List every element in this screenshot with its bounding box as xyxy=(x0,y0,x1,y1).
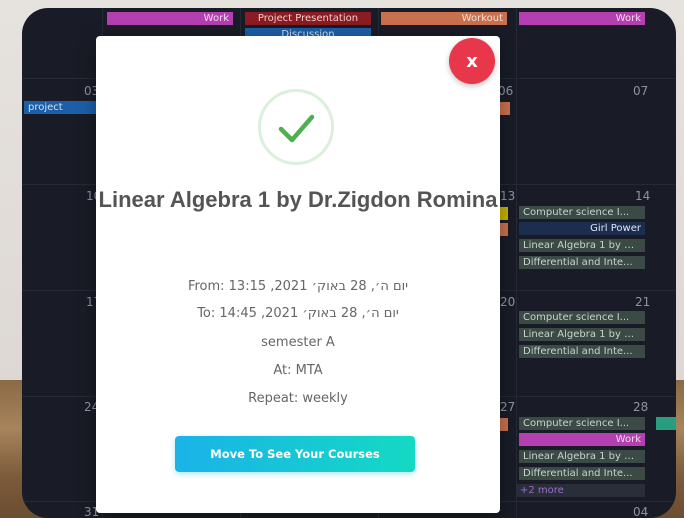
day-number: 13 xyxy=(500,189,516,203)
event-to-time: To: 14:45 ,2021 יום ה׳, 28 באוק׳ xyxy=(197,306,399,321)
calendar-event[interactable] xyxy=(656,417,676,430)
grid-line xyxy=(516,8,517,518)
event-title: Linear Algebra 1 by Dr.Zigdon Romina xyxy=(98,187,498,212)
calendar-event[interactable]: Linear Algebra 1 by D... xyxy=(519,328,645,341)
move-to-courses-button[interactable]: Move To See Your Courses xyxy=(175,436,415,472)
calendar-event[interactable]: Computer science I... xyxy=(519,206,645,219)
calendar-event[interactable]: Girl Power xyxy=(519,222,645,235)
calendar-event[interactable]: Workout xyxy=(381,12,507,25)
calendar-event[interactable]: Project Presentation xyxy=(245,12,371,25)
calendar-event[interactable] xyxy=(500,102,510,115)
day-number: 21 xyxy=(635,295,651,309)
calendar-event[interactable]: Work xyxy=(107,12,233,25)
calendar-event[interactable]: Linear Algebra 1 by D... xyxy=(519,239,645,252)
calendar-event[interactable] xyxy=(500,418,508,431)
calendar-event[interactable]: Differential and Inte... xyxy=(519,345,645,358)
day-number: 14 xyxy=(635,189,651,203)
event-location: At: MTA xyxy=(273,363,323,378)
calendar-event[interactable]: project xyxy=(24,101,98,114)
event-semester: semester A xyxy=(261,335,335,350)
calendar-event[interactable]: Work xyxy=(519,12,645,25)
close-icon[interactable]: x xyxy=(449,38,495,84)
day-number: 28 xyxy=(633,400,649,414)
calendar-event[interactable] xyxy=(500,207,508,220)
calendar-event[interactable]: Differential and Inte... xyxy=(519,467,645,480)
calendar-event[interactable]: Computer science I... xyxy=(519,311,645,324)
day-number: 04 xyxy=(633,505,649,518)
calendar-event[interactable] xyxy=(500,223,508,236)
calendar-event[interactable]: Differential and Inte... xyxy=(519,256,645,269)
calendar-event[interactable]: Work xyxy=(519,433,645,446)
event-repeat: Repeat: weekly xyxy=(248,391,348,406)
calendar-event[interactable]: Linear Algebra 1 by D... xyxy=(519,450,645,463)
day-number: 27 xyxy=(500,400,516,414)
day-number: 20 xyxy=(500,295,516,309)
day-number: 07 xyxy=(633,84,649,98)
calendar-event[interactable]: Computer science I... xyxy=(519,417,645,430)
event-from-time: From: 13:15 ,2021 יום ה׳, 28 באוק׳ xyxy=(187,279,409,294)
success-check-icon xyxy=(258,89,334,165)
event-details-modal: Linear Algebra 1 by Dr.Zigdon Romina Fro… xyxy=(96,36,500,513)
day-number: 06 xyxy=(498,84,514,98)
more-events-link[interactable]: +2 more xyxy=(516,484,645,497)
